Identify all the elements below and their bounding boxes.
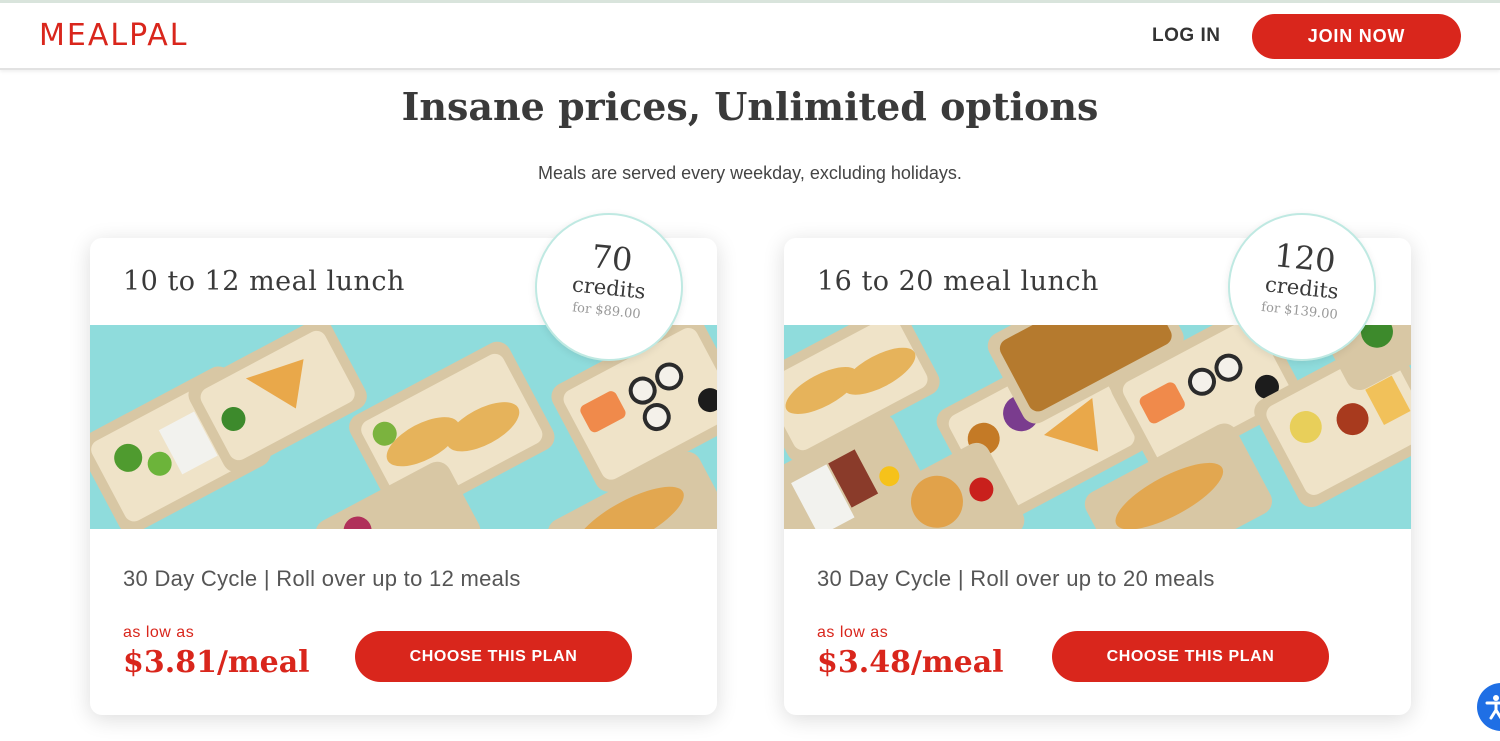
accessibility-icon[interactable] [1477, 683, 1500, 731]
mealpal-logo[interactable]: MEALPAL [39, 18, 188, 53]
page-title: Insane prices, Unlimited options [401, 84, 1099, 129]
plan-cycle: 30 Day Cycle | Roll over up to 20 meals [817, 566, 1215, 591]
plan-price: $3.81/meal [123, 645, 310, 680]
choose-plan-button[interactable]: CHOOSE THIS PLAN [355, 631, 632, 682]
login-link[interactable]: LOG IN [1152, 25, 1220, 47]
plan-title: 16 to 20 meal lunch [817, 266, 1099, 297]
plan-price: $3.48/meal [817, 645, 1004, 680]
join-now-button[interactable]: JOIN NOW [1252, 14, 1461, 59]
plan-cycle: 30 Day Cycle | Roll over up to 12 meals [123, 566, 521, 591]
choose-plan-button[interactable]: CHOOSE THIS PLAN [1052, 631, 1329, 682]
plan-title: 10 to 12 meal lunch [123, 266, 405, 297]
as-low-as-label: as low as [817, 624, 889, 641]
page-subtitle: Meals are served every weekday, excludin… [538, 163, 962, 183]
as-low-as-label: as low as [123, 624, 195, 641]
site-header: MEALPAL LOG IN JOIN NOW [0, 3, 1500, 70]
